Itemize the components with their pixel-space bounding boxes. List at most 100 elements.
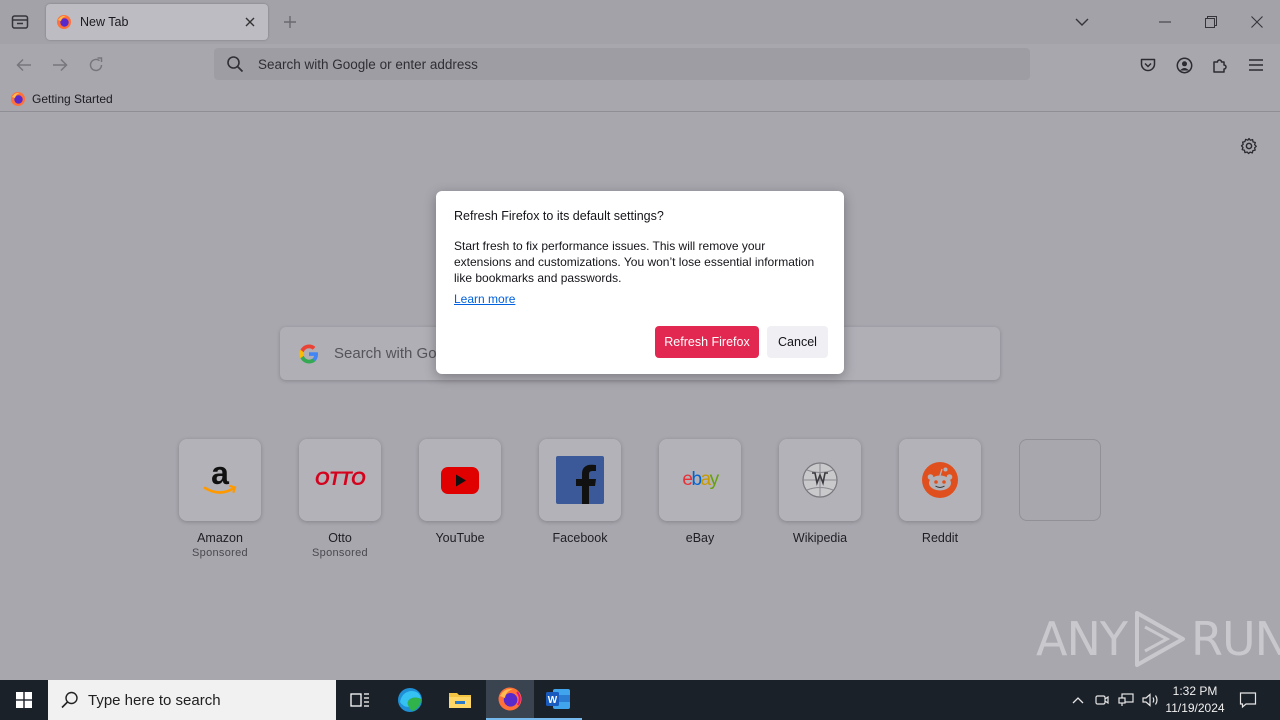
wikipedia-logo-icon (802, 462, 838, 498)
word-icon: W (546, 689, 570, 709)
speaker-icon (1142, 693, 1158, 707)
top-site-tile[interactable]: a (179, 439, 261, 521)
top-site-reddit[interactable]: Reddit (899, 439, 981, 545)
pocket-icon (1140, 58, 1156, 71)
search-icon (61, 691, 78, 709)
firefox-view-button[interactable] (6, 8, 34, 36)
edge-icon (398, 688, 422, 712)
learn-more-link[interactable]: Learn more (454, 292, 515, 306)
google-logo-icon (299, 344, 318, 363)
amazon-logo-icon: a (203, 460, 237, 494)
bookmarks-toolbar: Getting Started (0, 86, 1280, 112)
top-site-tile[interactable] (899, 439, 981, 521)
top-site-youtube[interactable]: YouTube (419, 439, 501, 545)
taskbar-search-placeholder: Type here to search (88, 691, 221, 709)
top-site-label: Reddit (921, 531, 959, 545)
sponsored-label: Sponsored (192, 547, 248, 559)
task-view-button[interactable] (336, 680, 384, 720)
cancel-button[interactable]: Cancel (767, 326, 828, 358)
taskbar-file-explorer[interactable] (436, 680, 484, 720)
sponsored-label: Sponsored (312, 547, 368, 559)
empty-tile[interactable] (1019, 439, 1101, 521)
list-all-tabs-button[interactable] (1070, 10, 1094, 34)
top-site-facebook[interactable]: Facebook (539, 439, 621, 545)
restore-button[interactable] (1196, 6, 1226, 38)
top-site-empty-slot[interactable] (1019, 439, 1101, 521)
gear-icon (1240, 137, 1257, 155)
clock-time: 1:32 PM (1172, 684, 1218, 698)
volume-button[interactable] (1140, 680, 1162, 720)
top-site-otto[interactable]: OTTO Otto Sponsored (299, 439, 381, 559)
firefox-view-icon (11, 15, 29, 29)
anyrun-watermark: ANY RUN (1036, 609, 1280, 669)
new-tab-button[interactable] (278, 10, 302, 34)
taskbar-edge[interactable] (386, 680, 434, 720)
dialog-title: Refresh Firefox to its default settings? (454, 209, 664, 223)
top-site-tile[interactable]: OTTO (299, 439, 381, 521)
top-site-tile[interactable] (539, 439, 621, 521)
notification-icon (1239, 692, 1257, 709)
close-icon (1251, 16, 1263, 28)
reddit-logo-icon (922, 462, 958, 498)
folder-icon (449, 693, 471, 708)
refresh-firefox-button[interactable]: Refresh Firefox (655, 326, 759, 358)
top-site-ebay[interactable]: ebay eBay (659, 439, 741, 545)
tab-close-icon[interactable] (242, 14, 258, 30)
top-site-tile[interactable] (779, 439, 861, 521)
tab-new-tab[interactable]: New Tab (46, 4, 268, 40)
extensions-button[interactable] (1206, 52, 1234, 78)
taskbar-firefox[interactable] (486, 680, 534, 720)
address-bar[interactable] (214, 48, 1030, 80)
system-clock[interactable]: 1:32 PM 11/19/2024 (1164, 683, 1226, 717)
firefox-icon (498, 687, 522, 711)
action-center-button[interactable] (1236, 680, 1260, 720)
top-site-tile[interactable] (419, 439, 501, 521)
tab-bar: New Tab (0, 0, 1280, 44)
network-button[interactable] (1116, 680, 1136, 720)
windows-logo-icon (16, 692, 32, 708)
minimize-button[interactable] (1150, 6, 1180, 38)
top-site-label: eBay (685, 531, 715, 545)
top-site-label: Amazon (197, 531, 243, 545)
network-icon (1118, 693, 1134, 706)
reload-icon (89, 57, 103, 72)
windows-taskbar: Type here to search W 1:32 PM 11/19/2024 (0, 680, 1280, 720)
chevron-down-icon (1075, 18, 1089, 26)
tab-title: New Tab (80, 15, 129, 29)
clock-date: 11/19/2024 (1165, 701, 1225, 715)
top-site-label: Wikipedia (792, 531, 848, 545)
play-triangle-icon (1134, 611, 1185, 667)
chevron-up-icon (1072, 697, 1084, 704)
facebook-logo-icon (556, 456, 604, 504)
navigation-toolbar (0, 44, 1280, 86)
start-button[interactable] (0, 680, 48, 720)
dialog-body: Start fresh to fix performance issues. T… (454, 239, 815, 285)
forward-arrow-icon (53, 58, 68, 72)
forward-button[interactable] (46, 52, 74, 78)
taskbar-word[interactable]: W (534, 680, 582, 720)
minimize-icon (1159, 21, 1171, 23)
top-site-wikipedia[interactable]: Wikipedia (779, 439, 861, 545)
save-to-pocket-button[interactable] (1134, 52, 1162, 78)
svg-text:W: W (548, 695, 558, 706)
top-site-amazon[interactable]: a Amazon Sponsored (179, 439, 261, 559)
reload-button[interactable] (82, 52, 110, 78)
svg-text:a: a (211, 460, 229, 491)
show-hidden-icons-button[interactable] (1068, 680, 1088, 720)
refresh-firefox-dialog: Refresh Firefox to its default settings?… (436, 191, 844, 374)
top-site-tile[interactable]: ebay (659, 439, 741, 521)
top-site-label: YouTube (435, 531, 485, 545)
close-window-button[interactable] (1242, 6, 1272, 38)
tray-meet-button[interactable] (1092, 680, 1112, 720)
task-view-icon (350, 693, 369, 707)
bookmark-label: Getting Started (32, 92, 113, 106)
personalize-button[interactable] (1236, 133, 1262, 159)
back-button[interactable] (10, 52, 38, 78)
bookmark-getting-started[interactable]: Getting Started (10, 90, 113, 108)
ebay-logo-icon: ebay (682, 469, 719, 490)
account-button[interactable] (1170, 52, 1198, 78)
url-input[interactable] (258, 56, 958, 72)
app-menu-button[interactable] (1242, 52, 1270, 78)
taskbar-search-box[interactable]: Type here to search (48, 680, 336, 720)
top-site-label: Otto (328, 531, 352, 545)
